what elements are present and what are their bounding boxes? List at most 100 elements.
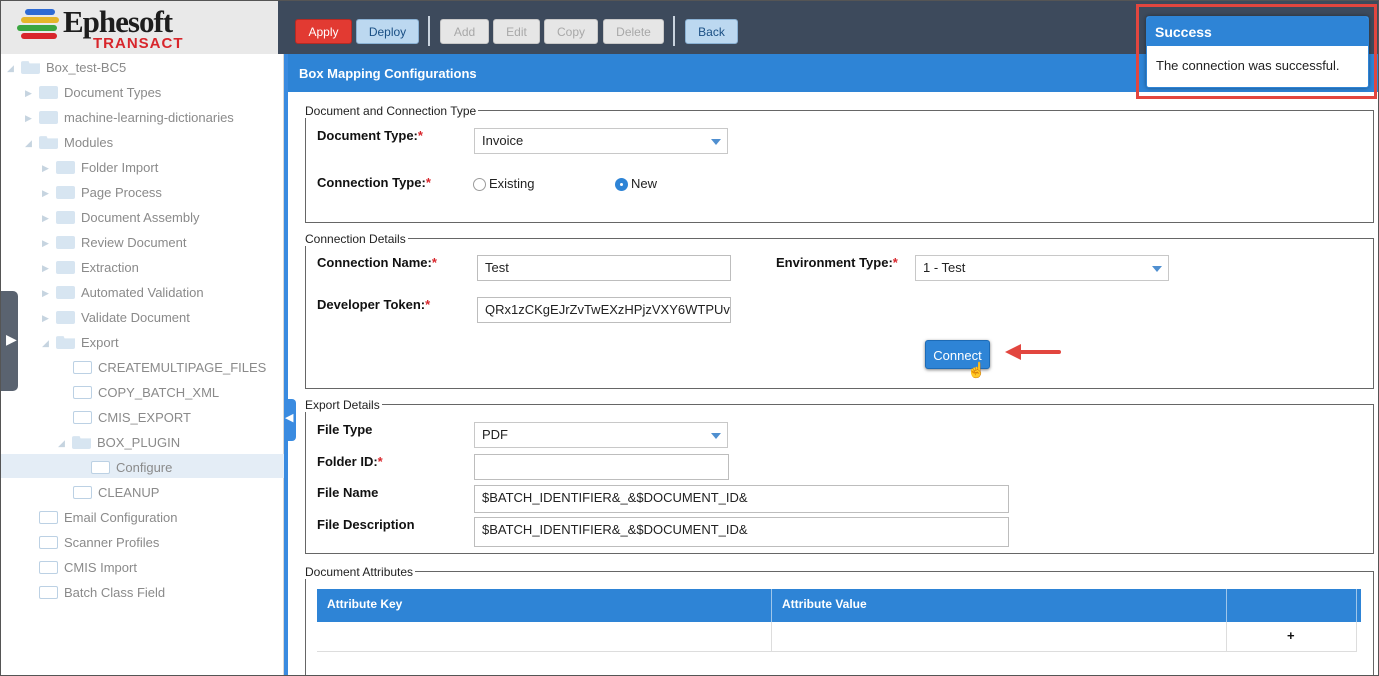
- tree-node-automated-validation[interactable]: ▶ Automated Validation: [42, 281, 204, 305]
- column-header-attribute-value[interactable]: Attribute Value: [772, 589, 1227, 622]
- chevron-down-icon[interactable]: ◢: [25, 131, 35, 155]
- chevron-right-icon[interactable]: ▶: [42, 156, 52, 180]
- delete-button[interactable]: Delete: [603, 19, 664, 44]
- success-toast: Success The connection was successful.: [1146, 16, 1369, 88]
- existing-radio[interactable]: [473, 178, 486, 191]
- folder-outline-icon: [73, 411, 92, 425]
- deploy-button[interactable]: Deploy: [356, 19, 419, 44]
- file-description-input[interactable]: $BATCH_IDENTIFIER&_&$DOCUMENT_ID&: [474, 517, 1009, 547]
- chevron-left-icon: ◀: [285, 412, 294, 424]
- folder-open-icon: [56, 336, 75, 350]
- tree-node-cleanup[interactable]: CLEANUP: [69, 481, 159, 505]
- chevron-right-icon[interactable]: ▶: [25, 106, 35, 130]
- back-button[interactable]: Back: [685, 19, 738, 44]
- tree-node-scanner-profiles[interactable]: Scanner Profiles: [35, 531, 159, 555]
- tree-label: CMIS_EXPORT: [98, 410, 191, 425]
- connection-name-input[interactable]: Test: [477, 255, 731, 281]
- collapse-sidebar-tab[interactable]: ◀: [284, 399, 296, 441]
- file-name-input[interactable]: $BATCH_IDENTIFIER&_&$DOCUMENT_ID&: [474, 485, 1009, 513]
- new-radio-label[interactable]: New: [631, 176, 657, 191]
- tree-label: COPY_BATCH_XML: [98, 385, 220, 400]
- tree-node-extraction[interactable]: ▶ Extraction: [42, 256, 139, 280]
- toolbar-divider: [428, 16, 430, 46]
- chevron-right-icon[interactable]: ▶: [42, 231, 52, 255]
- document-type-select[interactable]: Invoice: [474, 128, 728, 154]
- attributes-table-header: Attribute Key Attribute Value: [317, 589, 1361, 622]
- tree-label: BOX_PLUGIN: [97, 435, 181, 450]
- chevron-down-icon[interactable]: ◢: [58, 431, 68, 455]
- column-header-actions: [1227, 589, 1357, 622]
- tree-node-email-configuration[interactable]: Email Configuration: [35, 506, 177, 530]
- copy-button[interactable]: Copy: [544, 19, 598, 44]
- environment-type-label: Environment Type:*: [776, 255, 898, 270]
- tree-node-review-document[interactable]: ▶ Review Document: [42, 231, 187, 255]
- tree-label: Document Assembly: [81, 210, 200, 225]
- tree-node-document-types[interactable]: ▶ Document Types: [25, 81, 161, 105]
- developer-token-input[interactable]: QRx1zCKgEJrZvTwEXzHPjzVXY6WTPUv: [477, 297, 731, 323]
- tree-label: Extraction: [81, 260, 139, 275]
- tree-node-modules[interactable]: ◢ Modules: [25, 131, 113, 155]
- tree-node-root[interactable]: ◢ Box_test-BC5: [7, 56, 126, 80]
- folder-outline-icon: [91, 461, 110, 475]
- sidebar-tree: ◢ Box_test-BC5 ▶ Document Types ▶ machine-l…: [1, 54, 284, 675]
- chevron-down-icon[interactable]: ◢: [42, 331, 52, 355]
- existing-radio-label[interactable]: Existing: [489, 176, 535, 191]
- tree-label: Export: [81, 335, 119, 350]
- apply-button[interactable]: Apply: [295, 19, 352, 44]
- tree-node-copy-batch-xml[interactable]: COPY_BATCH_XML: [69, 381, 219, 405]
- tree-node-validate-document[interactable]: ▶ Validate Document: [42, 306, 190, 330]
- environment-type-select[interactable]: 1 - Test: [915, 255, 1169, 281]
- chevron-right-icon[interactable]: ▶: [42, 256, 52, 280]
- tree-node-cmis-import[interactable]: CMIS Import: [35, 556, 137, 580]
- tree-node-batch-class-field[interactable]: Batch Class Field: [35, 581, 165, 605]
- tree-node-page-process[interactable]: ▶ Page Process: [42, 181, 162, 205]
- chevron-right-icon[interactable]: ▶: [42, 281, 52, 305]
- logo-stripes-icon: [17, 9, 63, 45]
- new-radio[interactable]: [615, 178, 628, 191]
- logo: Ephesoft TRANSACT: [1, 1, 278, 54]
- red-arrow-icon: [1005, 344, 1061, 360]
- tree-node-createmultipage[interactable]: CREATEMULTIPAGE_FILES: [69, 356, 266, 380]
- tree-node-folder-import[interactable]: ▶ Folder Import: [42, 156, 158, 180]
- tree-label: Automated Validation: [81, 285, 204, 300]
- chevron-down-icon: [1152, 266, 1162, 272]
- folder-open-icon: [21, 61, 40, 75]
- chevron-right-icon[interactable]: ▶: [42, 181, 52, 205]
- chevron-right-icon[interactable]: ▶: [42, 206, 52, 230]
- tree-label: Modules: [64, 135, 114, 150]
- tree-node-configure[interactable]: Configure: [87, 456, 172, 480]
- chevron-right-icon[interactable]: ▶: [42, 306, 52, 330]
- column-header-attribute-key[interactable]: Attribute Key: [317, 589, 772, 622]
- expand-panel-handle[interactable]: ▶: [1, 291, 18, 391]
- folder-icon: [39, 86, 58, 100]
- app-window: Ephesoft TRANSACT Apply Deploy Add Edit …: [0, 0, 1379, 676]
- folder-open-icon: [39, 136, 58, 150]
- tree-node-export[interactable]: ◢ Export: [42, 331, 119, 355]
- folder-icon: [39, 111, 58, 125]
- tree-label: Configure: [116, 460, 173, 475]
- attribute-value-cell[interactable]: [772, 622, 1227, 652]
- folder-icon: [56, 261, 75, 275]
- chevron-down-icon[interactable]: ◢: [7, 56, 17, 80]
- document-type-value: Invoice: [482, 133, 524, 148]
- document-type-label: Document Type:*: [317, 128, 423, 143]
- folder-id-input[interactable]: [474, 454, 729, 480]
- chevron-down-icon: [711, 139, 721, 145]
- tree-node-box-plugin[interactable]: ◢ BOX_PLUGIN: [58, 431, 180, 455]
- tree-node-cmis-export[interactable]: CMIS_EXPORT: [69, 406, 191, 430]
- toast-title: Success: [1147, 17, 1368, 46]
- tree-node-ml-dictionaries[interactable]: ▶ machine-learning-dictionaries: [25, 106, 234, 130]
- add-attribute-button[interactable]: +: [1287, 628, 1295, 643]
- add-button[interactable]: Add: [440, 19, 489, 44]
- fieldset-legend: Export Details: [305, 398, 382, 412]
- tree-label: Email Configuration: [64, 510, 178, 525]
- tree-node-document-assembly[interactable]: ▶ Document Assembly: [42, 206, 200, 230]
- file-type-select[interactable]: PDF: [474, 422, 728, 448]
- edit-button[interactable]: Edit: [493, 19, 540, 44]
- attribute-key-cell[interactable]: [317, 622, 772, 652]
- tree-label: Scanner Profiles: [64, 535, 160, 550]
- table-row: [317, 622, 1357, 652]
- splitter-bar[interactable]: [284, 54, 288, 675]
- chevron-right-icon[interactable]: ▶: [25, 81, 35, 105]
- fieldset-legend: Connection Details: [305, 232, 408, 246]
